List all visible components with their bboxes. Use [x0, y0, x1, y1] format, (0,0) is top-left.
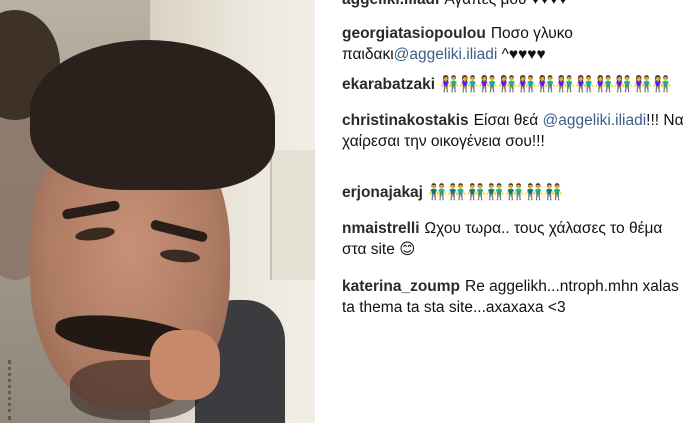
comment-text: Αγάπες μου ♥♥♥♥ [444, 0, 567, 8]
photo-necklace [8, 360, 25, 420]
comment-item: christinakostakis Είσαι θεά @aggeliki.ili… [342, 110, 687, 176]
comment-text: 👬👬👬👬👬👬👬 [428, 184, 564, 201]
comment-item: georgiatasiopoulou Ποσο γλυκο παιδακι@agg… [342, 23, 687, 68]
comment-item: katerina_zoump Re aggelikh...ntroph.mhn x… [342, 276, 687, 318]
comment-username[interactable]: georgiatasiopoulou [342, 25, 486, 42]
comment-username[interactable]: katerina_zoump [342, 278, 460, 295]
comment-text-after: ^♥♥♥♥ [497, 46, 546, 63]
photo-hand [150, 330, 220, 400]
comment-mention[interactable]: @aggeliki.iliadi [543, 112, 647, 129]
comment-text: 👫👫👫👫👫👫👫👫👫👫👫👫 [440, 76, 672, 93]
comment-item: ekarabatzaki 👫👫👫👫👫👫👫👫👫👫👫👫 [342, 74, 687, 104]
comment-username[interactable]: erjonajakaj [342, 184, 423, 201]
photo-frame [270, 150, 315, 280]
photo-hair [30, 40, 275, 190]
comment-list: aggeliki.iliadi Αγάπες μου ♥♥♥♥ georgiata… [342, 0, 687, 324]
comment-text: Είσαι θεά [473, 112, 539, 129]
comment-username[interactable]: nmaistrelli [342, 220, 420, 237]
comment-item: erjonajakaj 👬👬👬👬👬👬👬 [342, 182, 687, 212]
comment-username[interactable]: aggeliki.iliadi [342, 0, 439, 8]
comment-mention[interactable]: @aggeliki.iliadi [394, 46, 498, 63]
comment-username[interactable]: christinakostakis [342, 112, 469, 129]
post-photo[interactable] [0, 0, 315, 423]
comment-item: aggeliki.iliadi Αγάπες μου ♥♥♥♥ [342, 0, 687, 17]
comment-username[interactable]: ekarabatzaki [342, 76, 435, 93]
comment-item: nmaistrelli Ωχου τωρα.. τους χάλασες το θ… [342, 218, 687, 270]
